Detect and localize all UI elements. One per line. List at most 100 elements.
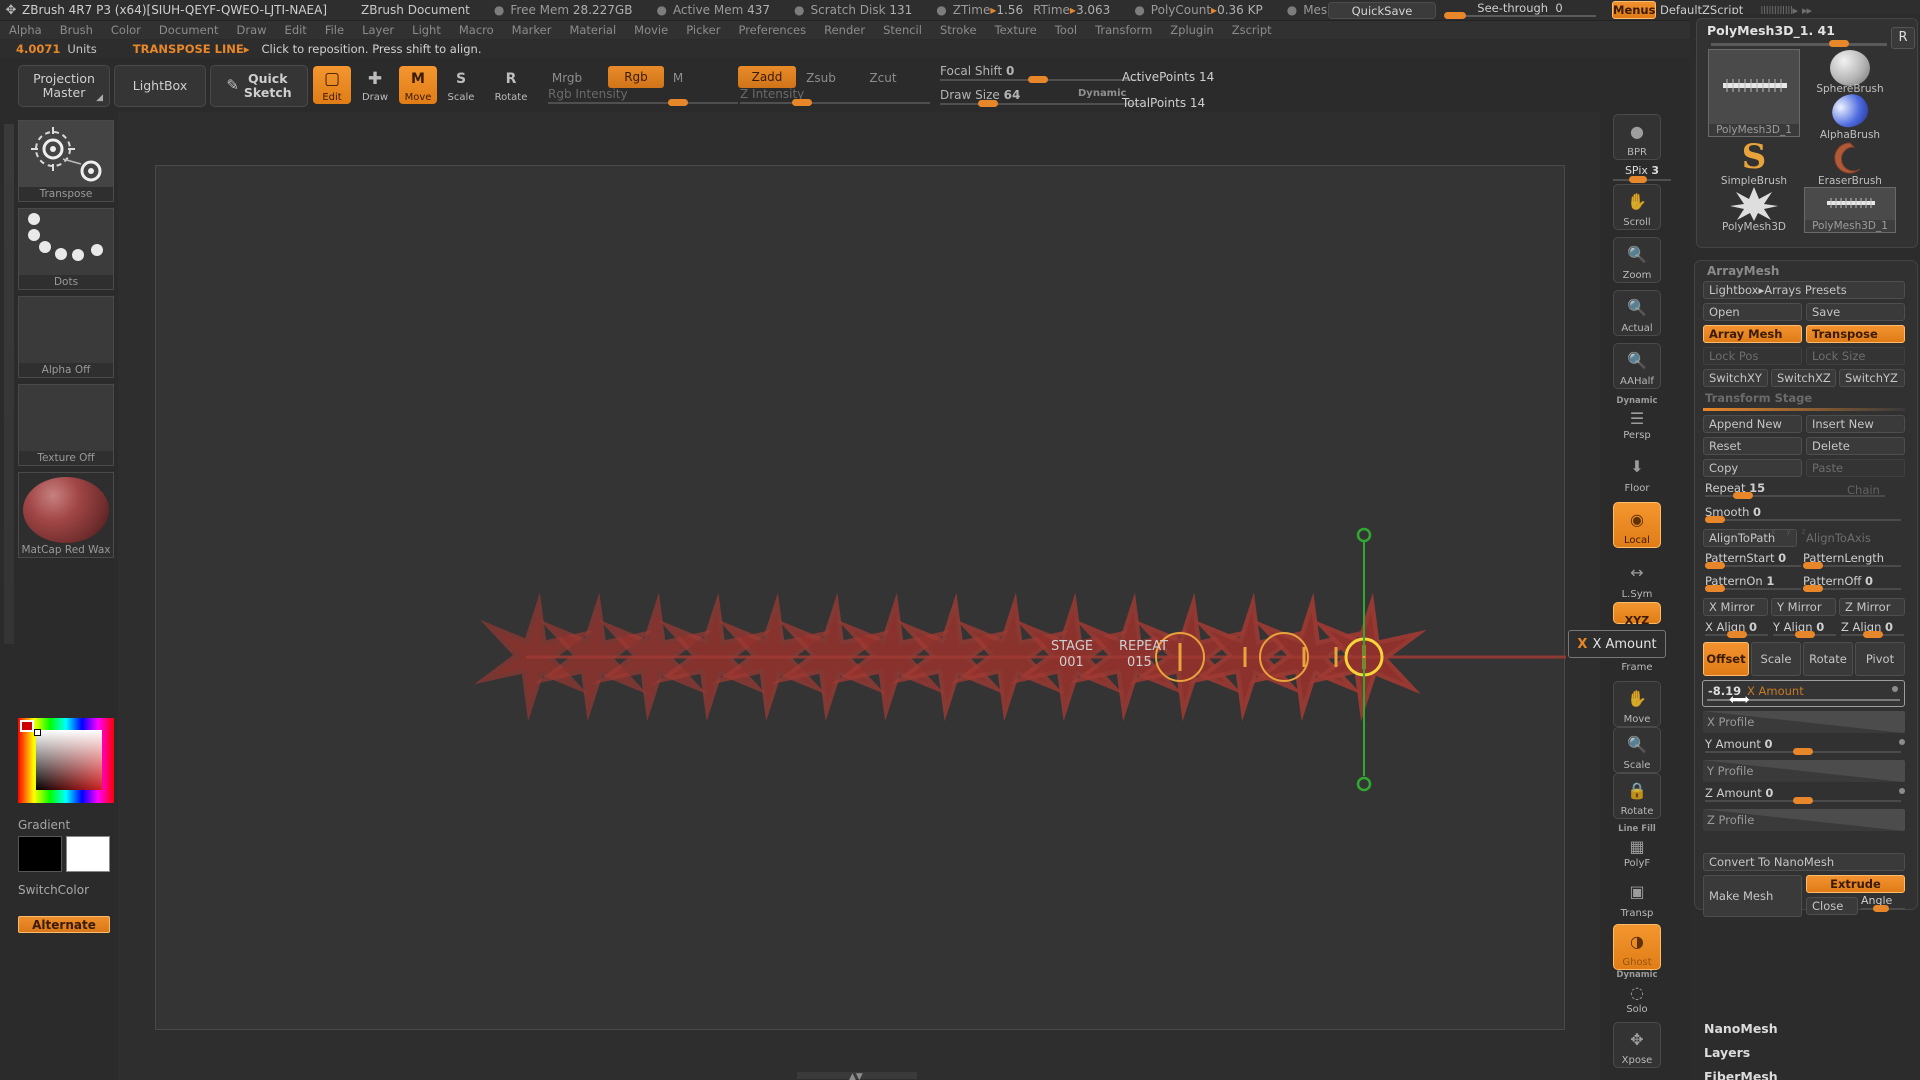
- zadd-switch[interactable]: Zadd: [738, 66, 796, 88]
- menu-item-marker[interactable]: Marker: [503, 22, 561, 38]
- color-picker[interactable]: [18, 718, 114, 803]
- canvas-bottom-handle[interactable]: ▲▼: [797, 1072, 917, 1079]
- z-amount-slider[interactable]: Z Amount 0: [1705, 786, 1901, 800]
- chain-label[interactable]: Chain: [1847, 483, 1880, 497]
- z-amount-knob[interactable]: [1793, 797, 1813, 804]
- menu-item-zscript[interactable]: Zscript: [1223, 22, 1281, 38]
- transpose-toggle[interactable]: Transpose: [1806, 325, 1905, 343]
- document-canvas[interactable]: STAGE 001 REPEAT 015: [155, 165, 1565, 1030]
- tool-zoom-slider[interactable]: [1711, 43, 1887, 46]
- smooth-slider[interactable]: Smooth 0: [1705, 505, 1901, 519]
- scale-mode-button[interactable]: S Scale: [442, 66, 480, 104]
- color-sv-area[interactable]: [36, 730, 102, 790]
- convert-to-nanomesh-button[interactable]: Convert To NanoMesh: [1703, 853, 1905, 871]
- menu-item-stroke[interactable]: Stroke: [931, 22, 986, 38]
- switch-xz-button[interactable]: SwitchXZ: [1771, 369, 1836, 387]
- stroke-palette[interactable]: Dots: [18, 208, 114, 290]
- draw-size-knob[interactable]: [978, 100, 998, 107]
- menu-item-draw[interactable]: Draw: [228, 22, 276, 38]
- section-layers[interactable]: Layers: [1704, 1045, 1750, 1060]
- canvas-area[interactable]: STAGE 001 REPEAT 015: [118, 112, 1600, 1080]
- insert-new-button[interactable]: Insert New: [1806, 415, 1905, 433]
- menu-item-render[interactable]: Render: [815, 22, 874, 38]
- color-cursor[interactable]: [34, 729, 41, 736]
- tool-thumb-simplebrush[interactable]: S SimpleBrush: [1708, 141, 1800, 187]
- append-new-button[interactable]: Append New: [1703, 415, 1802, 433]
- tool-persp-button[interactable]: Dynamic☰Persp: [1613, 396, 1661, 442]
- tool-actual-button[interactable]: 🔍Actual: [1613, 290, 1661, 336]
- y-profile-curve[interactable]: Y Profile: [1703, 760, 1905, 782]
- menu-item-color[interactable]: Color: [102, 22, 150, 38]
- secondary-color-swatch[interactable]: [66, 836, 110, 872]
- pattern-start-knob[interactable]: [1705, 562, 1725, 569]
- menu-item-layer[interactable]: Layer: [353, 22, 403, 38]
- y-mirror-button[interactable]: Y Mirror: [1771, 598, 1836, 616]
- quick-sketch-button[interactable]: ✎ Quick Sketch: [210, 65, 308, 107]
- tool-rotate-button[interactable]: 🔒Rotate: [1613, 773, 1661, 819]
- close-button[interactable]: Close: [1806, 897, 1858, 915]
- z-intensity-knob[interactable]: [792, 99, 812, 106]
- menu-item-stencil[interactable]: Stencil: [874, 22, 931, 38]
- switch-xy-button[interactable]: SwitchXY: [1703, 369, 1768, 387]
- tool-thumb-polymesh3d-1-b[interactable]: PolyMesh3D_1: [1804, 187, 1896, 233]
- lightbox-arrays-presets-button[interactable]: Lightbox▸Arrays Presets: [1703, 281, 1905, 299]
- section-nanomesh[interactable]: NanoMesh: [1704, 1021, 1778, 1036]
- focal-shift-knob[interactable]: [1028, 76, 1048, 83]
- tab-offset[interactable]: Offset: [1703, 642, 1749, 676]
- gradient-label[interactable]: Gradient: [18, 818, 70, 832]
- x-amount-arrows-icon[interactable]: ⬅➡: [1729, 692, 1746, 708]
- edit-mode-button[interactable]: ▢ Edit: [313, 66, 351, 104]
- menu-item-preferences[interactable]: Preferences: [729, 22, 815, 38]
- section-fibermesh[interactable]: FiberMesh: [1704, 1069, 1778, 1080]
- zsub-switch[interactable]: Zsub: [800, 68, 842, 88]
- tab-rotate[interactable]: Rotate: [1803, 642, 1853, 676]
- y-amount-knob[interactable]: [1793, 748, 1813, 755]
- primary-color-swatch[interactable]: [18, 836, 62, 872]
- tool-transp-button[interactable]: ▣Transp: [1613, 874, 1661, 920]
- left-scroll-handle[interactable]: [4, 124, 14, 644]
- see-through-slider[interactable]: See-through 0: [1440, 1, 1600, 20]
- menu-item-material[interactable]: Material: [560, 22, 625, 38]
- tool-thumb-polymesh3d[interactable]: PolyMesh3D: [1708, 187, 1800, 233]
- pattern-length-slider[interactable]: PatternLength: [1803, 551, 1901, 565]
- tool-xyz-button[interactable]: XYZ: [1613, 602, 1661, 624]
- tool-polyf-button[interactable]: Line Fill▦PolyF: [1613, 824, 1661, 870]
- angle-slider[interactable]: Angle: [1861, 893, 1905, 907]
- pattern-length-knob[interactable]: [1803, 562, 1823, 569]
- y-align-slider[interactable]: Y Align 0: [1773, 620, 1836, 634]
- x-amount-slider[interactable]: -8.19 X Amount ⬅➡: [1702, 680, 1905, 707]
- rotate-mode-button[interactable]: R Rotate: [492, 66, 530, 104]
- see-through-knob[interactable]: [1444, 12, 1466, 19]
- r-button[interactable]: R: [1891, 27, 1915, 49]
- menu-item-light[interactable]: Light: [403, 22, 450, 38]
- spix-knob[interactable]: [1629, 176, 1647, 183]
- x-profile-curve[interactable]: X Profile: [1703, 711, 1905, 733]
- transform-stage-bar[interactable]: [1703, 408, 1905, 411]
- y-align-knob[interactable]: [1795, 631, 1815, 638]
- tool-floor-button[interactable]: ⬇Floor: [1613, 449, 1661, 495]
- pattern-on-slider[interactable]: PatternOn 1: [1705, 574, 1801, 588]
- menu-item-document[interactable]: Document: [150, 22, 228, 38]
- smooth-knob[interactable]: [1705, 516, 1725, 523]
- dynamic-label[interactable]: Dynamic: [1078, 88, 1126, 99]
- switch-color-button[interactable]: SwitchColor: [18, 883, 110, 899]
- tool-thumb-eraserbrush[interactable]: EraserBrush: [1804, 141, 1896, 187]
- pattern-start-slider[interactable]: PatternStart 0: [1705, 551, 1801, 565]
- texture-palette[interactable]: Texture Off: [18, 384, 114, 466]
- quicksave-button[interactable]: QuickSave: [1328, 2, 1436, 19]
- menu-item-zplugin[interactable]: Zplugin: [1161, 22, 1222, 38]
- rgb-switch[interactable]: Rgb: [608, 66, 664, 88]
- menu-item-edit[interactable]: Edit: [276, 22, 316, 38]
- menu-item-picker[interactable]: Picker: [677, 22, 729, 38]
- menu-item-movie[interactable]: Movie: [625, 22, 677, 38]
- copy-button[interactable]: Copy: [1703, 459, 1802, 477]
- make-mesh-button[interactable]: Make Mesh: [1703, 875, 1802, 917]
- draw-mode-button[interactable]: ✚ Draw: [356, 66, 394, 104]
- tab-pivot[interactable]: Pivot: [1855, 642, 1905, 676]
- z-profile-curve[interactable]: Z Profile: [1703, 809, 1905, 831]
- menu-item-alpha[interactable]: Alpha: [0, 22, 51, 38]
- lightbox-button[interactable]: LightBox: [114, 65, 206, 107]
- paste-button[interactable]: Paste: [1806, 459, 1905, 477]
- x-align-knob[interactable]: [1727, 631, 1747, 638]
- tool-solo-button[interactable]: Dynamic◌Solo: [1613, 970, 1661, 1016]
